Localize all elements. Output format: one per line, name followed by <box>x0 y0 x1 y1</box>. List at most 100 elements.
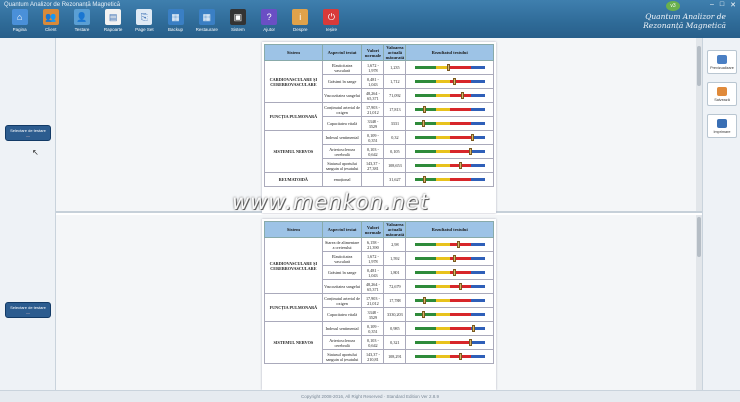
gauge-segment <box>449 299 471 302</box>
test-select-box-bottom[interactable]: Selectare de testare — <box>5 302 51 318</box>
toolbar-button-2[interactable]: 👤 Testare <box>66 9 97 32</box>
scrollbar-thumb[interactable] <box>697 46 701 86</box>
toolbar-button-label: Rapoarte <box>103 27 123 32</box>
close-button[interactable]: ✕ <box>730 1 736 9</box>
gauge-marker <box>456 241 460 248</box>
table-row: FUNCȚIA PULMONARĂ Conținutul arterial de … <box>264 293 494 322</box>
backup-icon: ▦ <box>167 9 184 25</box>
window-controls: – □ ✕ <box>710 1 736 9</box>
gauge-segment <box>435 94 450 97</box>
gauge-segment <box>449 66 471 69</box>
maximize-button[interactable]: □ <box>720 1 724 9</box>
gauge-segment <box>435 257 450 260</box>
page-setup-icon: ⎘ <box>136 9 153 25</box>
normal-cell: 17,903 - 21,012 <box>361 102 385 117</box>
toolbar-button-label: Page Set <box>135 27 154 32</box>
normal-cell: 0,481 - 1,043 <box>361 74 385 89</box>
gauge-segment <box>470 150 485 153</box>
toolbar-button-6[interactable]: ▦ Restaurare <box>191 9 222 32</box>
toolbar-button-label: Ajutor <box>263 27 275 32</box>
side-button-1[interactable]: Salvează <box>707 82 737 106</box>
normal-cell: 0,481 - 1,043 <box>361 265 385 280</box>
toolbar-button-7[interactable]: ▣ Sistem <box>222 9 253 32</box>
normal-cell: 143,37 - 27,381 <box>361 158 385 173</box>
gauge-marker <box>421 120 425 127</box>
column-header-result: Rezultatul testului <box>405 221 494 238</box>
gauge-segment <box>449 178 471 181</box>
system-cell: REUMATOIDĂ <box>264 172 323 187</box>
gauge-segment <box>414 355 436 358</box>
gauge-segment <box>470 164 485 167</box>
gauge-segment <box>470 257 485 260</box>
report-pane-bottom[interactable]: Sistem Aspectul testat Valori normale Valoa… <box>56 215 702 390</box>
table-row: CARDIOVASCULARE ȘI CEREBROVASCULARE Elast… <box>264 60 494 103</box>
gauge-segment <box>470 299 485 302</box>
normal-cell: 1,672 - 1,978 <box>361 251 385 266</box>
toolbar-button-label: Ieșire <box>325 27 337 32</box>
person-icon: 👤 <box>73 9 90 25</box>
aspect-cell: Grăsimi în sange <box>321 265 363 280</box>
side-button-label: Imprimare <box>713 129 731 134</box>
gauge-segment <box>414 122 436 125</box>
column-header-actual: Valoarea actuală măsurată <box>383 44 407 61</box>
gauge-marker <box>459 353 463 360</box>
value-cell: 72,679 <box>383 279 407 294</box>
side-button-2[interactable]: Imprimare <box>707 114 737 138</box>
result-gauge-bar <box>414 353 485 360</box>
normal-cell: 48,264 - 65,371 <box>361 279 385 294</box>
gauge-segment <box>414 80 436 83</box>
result-gauge-bar <box>414 176 485 183</box>
value-cell: 17,788 <box>383 293 407 308</box>
minimize-button[interactable]: – <box>710 1 714 9</box>
system-cell: CARDIOVASCULARE ȘI CEREBROVASCULARE <box>264 60 323 103</box>
save-icon <box>717 86 727 96</box>
gauge-segment <box>470 80 485 83</box>
toolbar-button-label: Sistem <box>231 27 245 32</box>
result-gauge-bar <box>414 339 485 346</box>
result-gauge-bar <box>414 120 485 127</box>
toolbar-button-4[interactable]: ⎘ Page Set <box>129 9 160 32</box>
system-cell: FUNCȚIA PULMONARĂ <box>264 102 323 131</box>
aspect-cell: Elasticitatea vasculară <box>321 60 363 75</box>
normal-cell: 6,158 - 21,390 <box>361 237 385 252</box>
toolbar-button-5[interactable]: ▦ Backup <box>160 9 191 32</box>
report-pane-top[interactable]: Sistem Aspectul testat Valori normale Valoa… <box>56 38 702 213</box>
side-button-0[interactable]: Previzualizare <box>707 50 737 74</box>
print-icon <box>717 118 727 128</box>
result-cell <box>405 237 494 252</box>
gauge-segment <box>414 136 436 139</box>
toolbar-button-9[interactable]: i Despre <box>285 9 316 32</box>
gauge-segment <box>435 150 450 153</box>
gauge-segment <box>470 94 485 97</box>
gauge-segment <box>470 66 485 69</box>
toolbar-button-8[interactable]: ? Ajutor <box>254 9 285 32</box>
test-select-box-top[interactable]: Selectare de testare — <box>5 125 51 141</box>
aspect-cell: Grăsimi în sange <box>321 74 363 89</box>
gauge-marker <box>423 176 427 183</box>
report-page-top: Sistem Aspectul testat Valori normale Valoa… <box>262 42 496 213</box>
gauge-marker <box>423 106 427 113</box>
toolbar-button-1[interactable]: 👥 Client <box>35 9 66 32</box>
version-badge: v3 <box>666 1 680 11</box>
toolbar-button-label: Restaurare <box>195 27 218 32</box>
gauge-segment <box>414 243 436 246</box>
toolbar-button-0[interactable]: ⌂ Pagina <box>4 9 35 32</box>
system-cell: SISTEMUL NERVOS <box>264 130 323 173</box>
gauge-segment <box>435 355 450 358</box>
gauge-segment <box>435 327 450 330</box>
normal-cell <box>361 172 385 187</box>
result-gauge-bar <box>414 283 485 290</box>
table-row: FUNCȚIA PULMONARĂ Conținutul arterial de … <box>264 102 494 131</box>
toolbar-button-3[interactable]: ▤ Rapoarte <box>98 9 129 32</box>
value-cell: 1,592 <box>383 251 407 266</box>
left-panel: Selectare de testare — Selectare de test… <box>0 38 56 390</box>
result-gauge-bar <box>414 269 485 276</box>
toolbar-button-10[interactable]: ⏻ Ieșire <box>316 9 347 32</box>
aspect-cell: Capacitatea vitală <box>321 307 363 322</box>
aspect-cell: Elasticitatea vasculară <box>321 251 363 266</box>
report-table-top: Sistem Aspectul testat Valori normale Valoa… <box>264 44 494 187</box>
result-cell <box>405 279 494 294</box>
scrollbar-thumb[interactable] <box>697 217 701 257</box>
result-gauge-bar <box>414 325 485 332</box>
result-cell <box>405 265 494 280</box>
